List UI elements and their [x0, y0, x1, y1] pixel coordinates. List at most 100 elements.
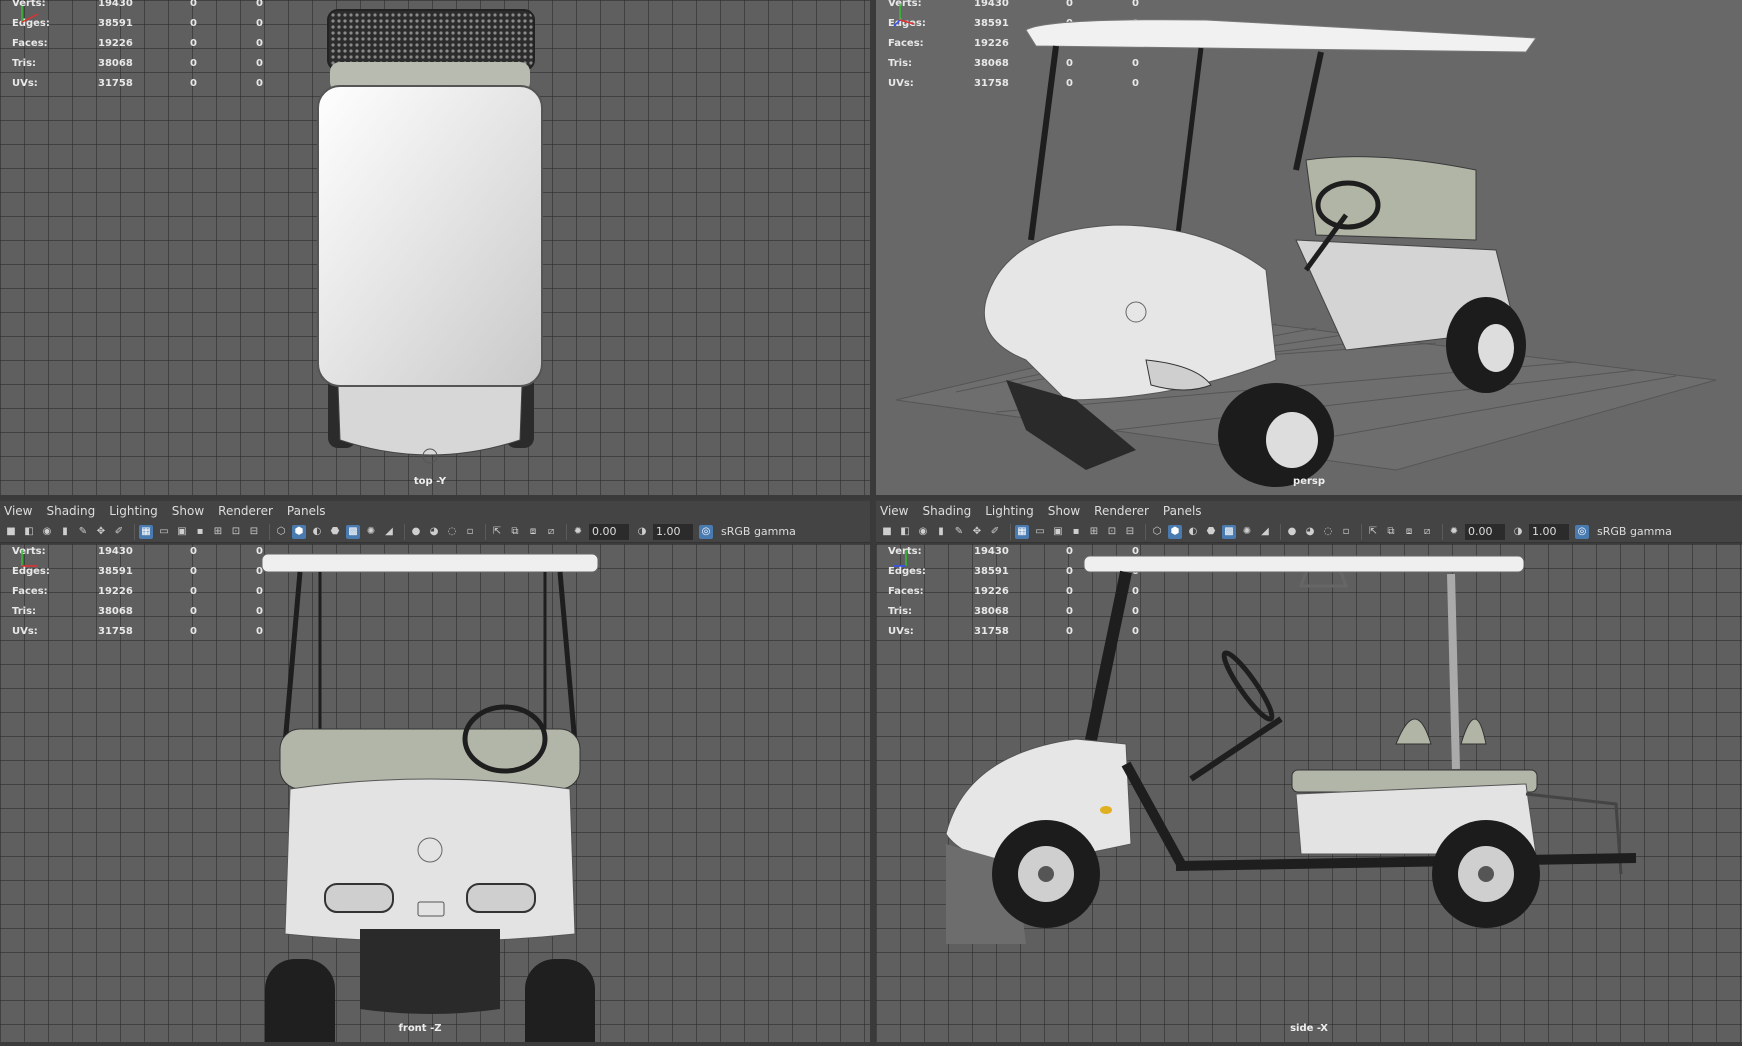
two-d-pan-icon[interactable]: ✥ — [970, 525, 984, 539]
camera-select-icon[interactable]: ■ — [4, 525, 18, 539]
wireframe-icon[interactable]: ⬡ — [274, 525, 288, 539]
menu-renderer[interactable]: Renderer — [1094, 504, 1149, 518]
resolution-gate-icon[interactable]: ▣ — [175, 525, 189, 539]
xray-active-icon[interactable]: ⧈ — [1402, 525, 1416, 539]
xray-icon[interactable]: ⧉ — [508, 525, 522, 539]
lights-icon[interactable]: ✺ — [1240, 525, 1254, 539]
toolbar-separator — [485, 523, 486, 540]
default-material-icon[interactable]: ◐ — [1186, 525, 1200, 539]
wireframe-on-shaded-icon[interactable]: ⬣ — [1204, 525, 1218, 539]
field-chart-icon[interactable]: ⊞ — [211, 525, 225, 539]
exposure-icon[interactable]: ✹ — [1447, 525, 1461, 539]
anti-aliasing-icon[interactable]: ◌ — [445, 525, 459, 539]
xray-active-icon[interactable]: ⧈ — [526, 525, 540, 539]
gamma-icon[interactable]: ◑ — [1511, 525, 1525, 539]
anti-aliasing-icon[interactable]: ◌ — [1321, 525, 1335, 539]
menu-lighting[interactable]: Lighting — [985, 504, 1034, 518]
image-plane-icon[interactable]: ✎ — [952, 525, 966, 539]
golf-cart-front-model — [261, 553, 599, 1042]
toolbar-separator — [1145, 523, 1146, 540]
menu-panels[interactable]: Panels — [1163, 504, 1202, 518]
panel-toolbar-side: ■ ◧ ◉ ▮ ✎ ✥ ✐ ▦ ▭ ▣ ▪ ⊞ ⊡ ⊟ ⬡ ⬢ ◐ ⬣ ▩ ✺ … — [876, 521, 1742, 543]
menu-show[interactable]: Show — [172, 504, 204, 518]
bookmark-icon[interactable]: ▮ — [58, 525, 72, 539]
film-gate-icon[interactable]: ▭ — [1033, 525, 1047, 539]
exposure-field[interactable] — [589, 523, 629, 540]
toolbar-separator — [566, 523, 567, 540]
camera-select-icon[interactable]: ■ — [880, 525, 894, 539]
camera-bookmark-icon[interactable]: ◉ — [40, 525, 54, 539]
camera-bookmark-icon[interactable]: ◉ — [916, 525, 930, 539]
camera-attributes-icon[interactable]: ◧ — [22, 525, 36, 539]
screen-space-ao-icon[interactable]: ● — [1285, 525, 1299, 539]
panel-menubar-front: View Shading Lighting Show Renderer Pane… — [0, 501, 870, 521]
camera-attributes-icon[interactable]: ◧ — [898, 525, 912, 539]
motion-blur-icon[interactable]: ◕ — [427, 525, 441, 539]
menu-view[interactable]: View — [4, 504, 32, 518]
image-plane-icon[interactable]: ✎ — [76, 525, 90, 539]
viewport-side[interactable]: Verts:1943000 Edges:3859100 Faces:192260… — [876, 544, 1742, 1042]
menu-panels[interactable]: Panels — [287, 504, 326, 518]
menu-lighting[interactable]: Lighting — [109, 504, 158, 518]
xray-joints-icon[interactable]: ⧄ — [544, 525, 558, 539]
toolbar-separator — [134, 523, 135, 540]
smooth-shade-icon[interactable]: ⬢ — [292, 524, 306, 539]
shadows-icon[interactable]: ◢ — [382, 525, 396, 539]
two-d-pan-icon[interactable]: ✥ — [94, 525, 108, 539]
exposure-field[interactable] — [1465, 523, 1505, 540]
colorspace-label[interactable]: sRGB gamma — [721, 525, 796, 538]
xray-joints-icon[interactable]: ⧄ — [1420, 525, 1434, 539]
menu-show[interactable]: Show — [1048, 504, 1080, 518]
field-chart-icon[interactable]: ⊞ — [1087, 525, 1101, 539]
panel-toolbar-front: ■ ◧ ◉ ▮ ✎ ✥ ✐ ▦ ▭ ▣ ▪ ⊞ ⊡ ⊟ ⬡ ⬢ ◐ ⬣ ▩ ✺ … — [0, 521, 870, 543]
toolbar-separator — [269, 523, 270, 540]
grease-pencil-icon[interactable]: ✐ — [112, 525, 126, 539]
viewport-persp[interactable]: Verts:1943000 Edges:3859100 Faces:192260… — [876, 0, 1742, 495]
grid-toggle-icon[interactable]: ▦ — [1015, 524, 1029, 539]
isolate-select-icon[interactable]: ⇱ — [490, 525, 504, 539]
menu-shading[interactable]: Shading — [46, 504, 95, 518]
viewport-front[interactable]: Verts: 19430 0 0 Edges: 38591 0 0 Faces: 19226 0… — [0, 544, 870, 1042]
menu-shading[interactable]: Shading — [922, 504, 971, 518]
gamma-field[interactable] — [653, 523, 693, 540]
axis-gizmo-icon — [894, 550, 907, 567]
wireframe-on-shaded-icon[interactable]: ⬣ — [328, 525, 342, 539]
gate-mask-icon[interactable]: ▪ — [193, 525, 207, 539]
color-management-icon[interactable]: ◎ — [699, 524, 713, 539]
menu-renderer[interactable]: Renderer — [218, 504, 273, 518]
gamma-field[interactable] — [1529, 523, 1569, 540]
exposure-icon[interactable]: ✹ — [571, 525, 585, 539]
gamma-icon[interactable]: ◑ — [635, 525, 649, 539]
screen-space-ao-icon[interactable]: ● — [409, 525, 423, 539]
menu-view[interactable]: View — [880, 504, 908, 518]
safe-action-icon[interactable]: ⊡ — [229, 525, 243, 539]
film-gate-icon[interactable]: ▭ — [157, 525, 171, 539]
resolution-gate-icon[interactable]: ▣ — [1051, 525, 1065, 539]
safe-title-icon[interactable]: ⊟ — [1123, 525, 1137, 539]
color-management-icon[interactable]: ◎ — [1575, 524, 1589, 539]
depth-of-field-icon[interactable]: ▫ — [1339, 525, 1353, 539]
panel-menubar-side: View Shading Lighting Show Renderer Pane… — [876, 501, 1742, 521]
lights-icon[interactable]: ✺ — [364, 525, 378, 539]
motion-blur-icon[interactable]: ◕ — [1303, 525, 1317, 539]
smooth-shade-icon[interactable]: ⬢ — [1168, 524, 1182, 539]
colorspace-label[interactable]: sRGB gamma — [1597, 525, 1672, 538]
shadows-icon[interactable]: ◢ — [1258, 525, 1272, 539]
gate-mask-icon[interactable]: ▪ — [1069, 525, 1083, 539]
xray-icon[interactable]: ⧉ — [1384, 525, 1398, 539]
golf-cart-persp-model — [895, 19, 1717, 487]
isolate-select-icon[interactable]: ⇱ — [1366, 525, 1380, 539]
safe-title-icon[interactable]: ⊟ — [247, 525, 261, 539]
depth-of-field-icon[interactable]: ▫ — [463, 525, 477, 539]
wireframe-icon[interactable]: ⬡ — [1150, 525, 1164, 539]
viewport-top[interactable]: Verts: 19430 0 0 Edges: 38591 0 0 Faces: 19226 0… — [0, 0, 870, 495]
bookmark-icon[interactable]: ▮ — [934, 525, 948, 539]
grid-toggle-icon[interactable]: ▦ — [139, 524, 153, 539]
safe-action-icon[interactable]: ⊡ — [1105, 525, 1119, 539]
toolbar-separator — [1442, 523, 1443, 540]
textured-icon[interactable]: ▩ — [1222, 524, 1236, 539]
grease-pencil-icon[interactable]: ✐ — [988, 525, 1002, 539]
default-material-icon[interactable]: ◐ — [310, 525, 324, 539]
golf-cart-side-model — [945, 555, 1637, 944]
textured-icon[interactable]: ▩ — [346, 524, 360, 539]
